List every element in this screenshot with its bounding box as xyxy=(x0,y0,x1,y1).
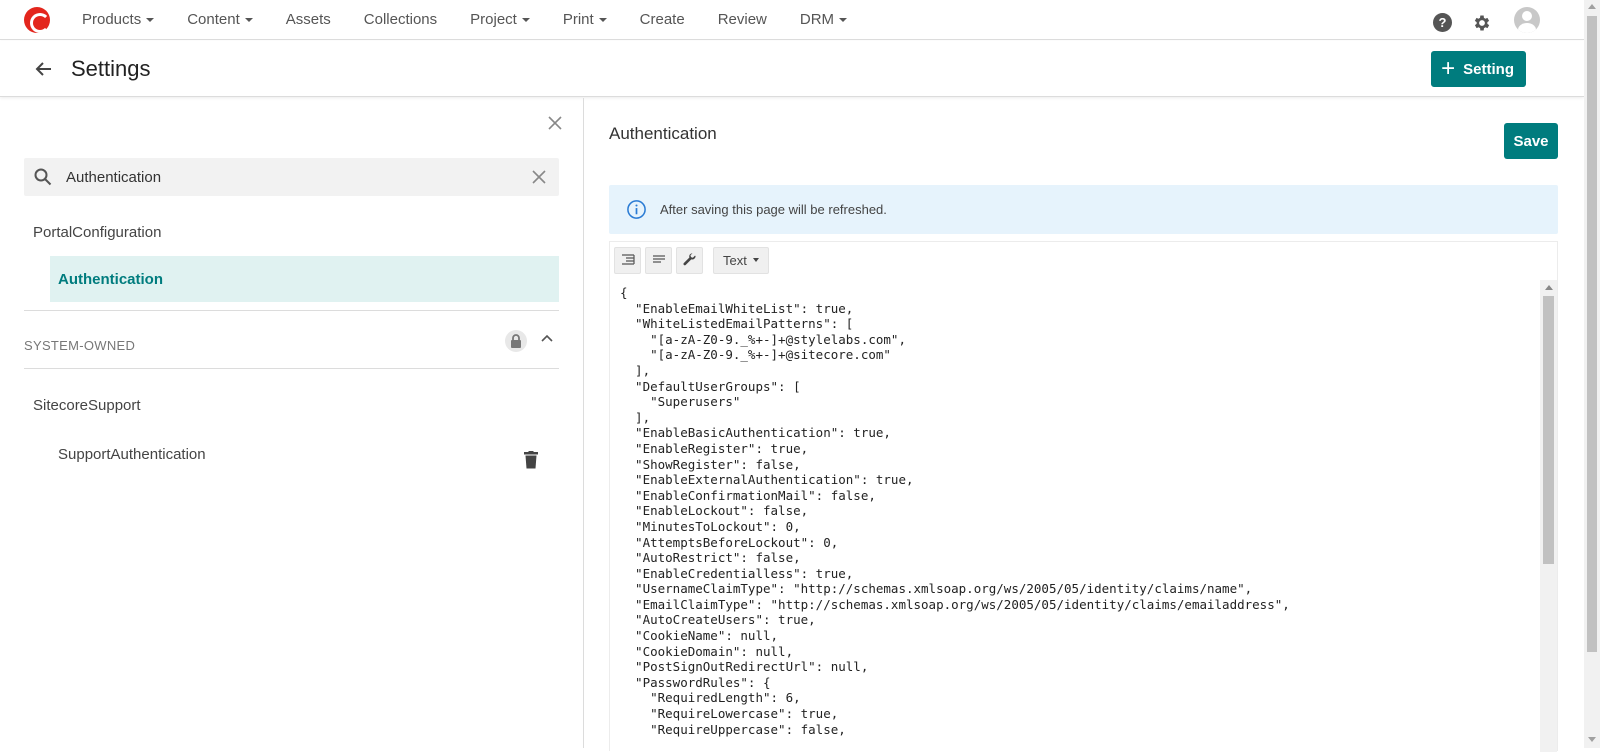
compact-button[interactable] xyxy=(645,246,672,274)
chevron-down-icon xyxy=(244,17,253,22)
compact-icon xyxy=(652,255,665,263)
save-button[interactable]: Save xyxy=(1504,123,1558,159)
json-code-text[interactable]: { "EnableEmailWhiteList": true, "WhiteLi… xyxy=(610,280,1540,737)
editor-scrollbar[interactable] xyxy=(1540,280,1557,752)
plus-icon: + xyxy=(1441,55,1456,82)
nav-item-assets[interactable]: Assets xyxy=(286,11,331,28)
avatar[interactable] xyxy=(1514,7,1540,33)
search-icon xyxy=(34,168,52,186)
tree-item-support-authentication[interactable]: SupportAuthentication xyxy=(50,431,510,477)
info-icon xyxy=(627,200,646,219)
section-label-system-owned: SYSTEM-OWNED xyxy=(24,338,136,353)
chevron-down-icon xyxy=(839,17,848,22)
nav-item-project[interactable]: Project xyxy=(470,11,530,28)
top-nav: Products Content Assets Collections Proj… xyxy=(0,0,1584,40)
search-input[interactable] xyxy=(66,168,506,186)
lock-icon xyxy=(505,330,527,352)
scroll-up-arrow[interactable] xyxy=(1545,285,1553,290)
code-area[interactable]: { "EnableEmailWhiteList": true, "WhiteLi… xyxy=(610,280,1540,752)
page-title: Settings xyxy=(71,55,151,81)
divider xyxy=(24,310,559,311)
nav-actions: ? xyxy=(1433,7,1540,33)
info-banner: After saving this page will be refreshed… xyxy=(609,185,1558,234)
settings-sidebar: PortalConfiguration Authentication SYSTE… xyxy=(0,98,584,748)
chevron-up-icon[interactable] xyxy=(541,333,553,345)
search-box xyxy=(24,158,559,196)
nav-item-review[interactable]: Review xyxy=(718,11,767,28)
page-header: Settings + Setting xyxy=(0,41,1584,97)
clear-icon[interactable] xyxy=(531,169,547,185)
info-text: After saving this page will be refreshed… xyxy=(660,202,887,217)
editor-toolbar: Text xyxy=(614,246,769,274)
back-arrow-icon[interactable] xyxy=(34,59,54,79)
tree-item-authentication[interactable]: Authentication xyxy=(50,256,559,302)
json-editor: Text { "EnableEmailWhiteList": true, "Wh… xyxy=(609,241,1558,752)
nav-item-content[interactable]: Content xyxy=(187,11,253,28)
chevron-down-icon xyxy=(146,17,155,22)
group-sitecore-support[interactable]: SitecoreSupport xyxy=(33,397,141,414)
nav-item-create[interactable]: Create xyxy=(640,11,685,28)
group-portal-configuration[interactable]: PortalConfiguration xyxy=(33,224,161,241)
scroll-down-arrow[interactable] xyxy=(1588,737,1596,742)
format-icon xyxy=(621,254,635,265)
scroll-thumb[interactable] xyxy=(1543,296,1554,564)
section-title: Authentication xyxy=(609,124,717,143)
format-button[interactable] xyxy=(614,246,641,274)
close-icon[interactable] xyxy=(547,115,563,131)
chevron-down-icon xyxy=(521,17,530,22)
nav-item-products[interactable]: Products xyxy=(82,11,155,28)
nav-item-drm[interactable]: DRM xyxy=(800,11,848,28)
page-scrollbar[interactable] xyxy=(1584,0,1600,748)
wrench-icon xyxy=(683,252,696,265)
nav-item-print[interactable]: Print xyxy=(563,11,607,28)
chevron-down-icon xyxy=(752,258,759,262)
nav-item-collections[interactable]: Collections xyxy=(364,11,437,28)
nav-menu: Products Content Assets Collections Proj… xyxy=(82,11,880,28)
trash-icon[interactable] xyxy=(524,451,538,469)
settings-editor-panel: Authentication Save After saving this pa… xyxy=(585,98,1584,752)
help-icon[interactable]: ? xyxy=(1433,13,1452,32)
chevron-down-icon xyxy=(598,17,607,22)
logo-icon[interactable] xyxy=(24,6,50,33)
add-setting-button[interactable]: + Setting xyxy=(1431,51,1526,87)
divider xyxy=(24,368,559,369)
repair-button[interactable] xyxy=(676,246,703,274)
scroll-up-arrow[interactable] xyxy=(1588,4,1596,9)
editor-mode-select[interactable]: Text xyxy=(713,246,769,274)
scroll-thumb[interactable] xyxy=(1587,16,1597,652)
gear-icon[interactable] xyxy=(1472,13,1492,33)
